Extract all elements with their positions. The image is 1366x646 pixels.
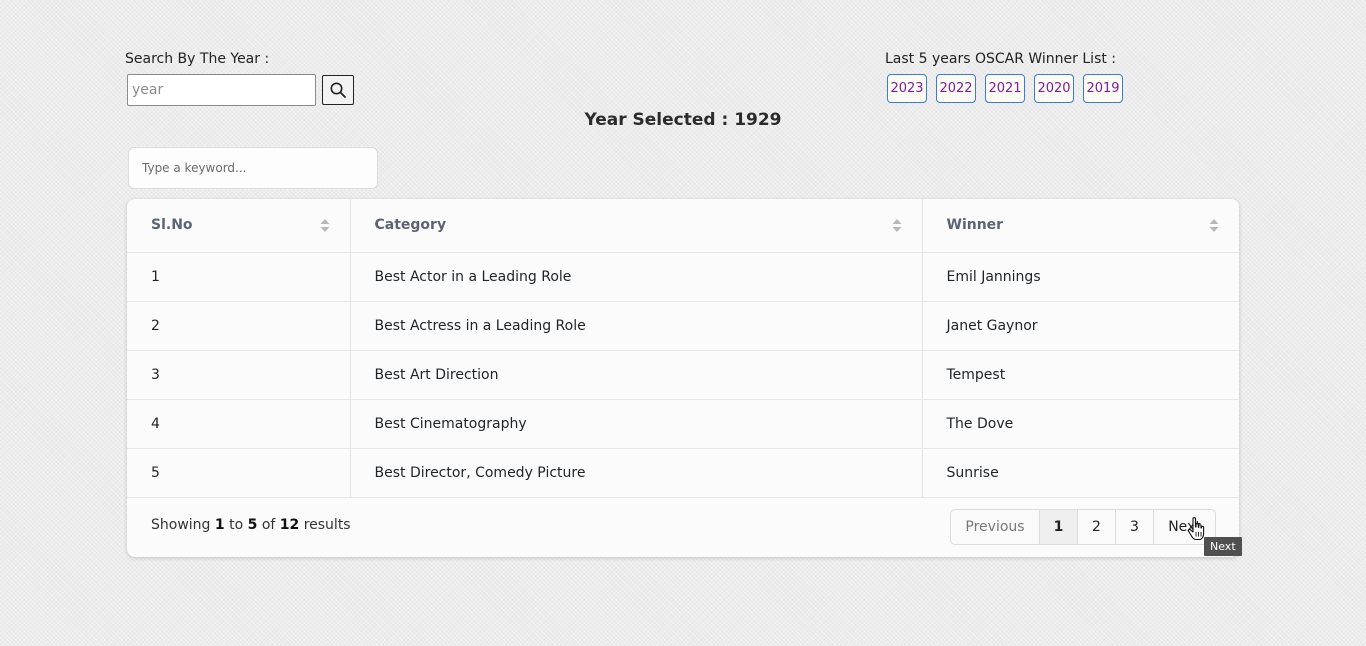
header-slno[interactable]: Sl.No [127, 199, 350, 253]
results-table-card: Sl.No Category Winner 1 Best Actor in a … [127, 199, 1239, 557]
page-button-3[interactable]: 3 [1115, 510, 1153, 544]
year-button-2021[interactable]: 2021 [985, 74, 1025, 103]
sort-icon [320, 219, 329, 232]
oscar-list-label: Last 5 years OSCAR Winner List : [885, 51, 1117, 67]
search-button[interactable] [322, 75, 354, 105]
table-row: 3 Best Art Direction Tempest [127, 350, 1239, 400]
header-category[interactable]: Category [349, 199, 922, 253]
header-label: Category [374, 217, 447, 234]
pagination: Previous 1 2 3 Next [950, 509, 1216, 545]
year-button-2020[interactable]: 2020 [1034, 74, 1074, 103]
cell-slno: 2 [127, 301, 350, 351]
cell-winner: Emil Jannings [921, 252, 1239, 302]
year-button-2019[interactable]: 2019 [1083, 74, 1123, 103]
sort-icon [892, 219, 901, 232]
previous-page-button[interactable]: Previous [951, 510, 1039, 544]
table-row: 4 Best Cinematography The Dove [127, 399, 1239, 449]
cell-winner: The Dove [921, 399, 1239, 449]
year-button-group: 2023 2022 2021 2020 2019 [887, 74, 1123, 103]
summary-prefix: Showing [151, 517, 211, 533]
search-icon [330, 82, 346, 98]
results-table: Sl.No Category Winner 1 Best Actor in a … [127, 199, 1239, 498]
year-search-input[interactable] [127, 74, 316, 106]
year-button-2022[interactable]: 2022 [936, 74, 976, 103]
summary-of-word: of [261, 517, 276, 533]
cell-category: Best Cinematography [349, 399, 922, 449]
results-summary: Showing 1 to 5 of 12 results [151, 517, 351, 533]
year-button-2023[interactable]: 2023 [887, 74, 927, 103]
cell-slno: 3 [127, 350, 350, 400]
summary-from: 1 [214, 517, 225, 533]
cell-winner: Tempest [921, 350, 1239, 400]
table-row: 1 Best Actor in a Leading Role Emil Jann… [127, 252, 1239, 302]
summary-suffix: results [303, 517, 351, 533]
keyword-filter-input[interactable] [128, 147, 378, 189]
table-row: 2 Best Actress in a Leading Role Janet G… [127, 301, 1239, 351]
cell-slno: 1 [127, 252, 350, 302]
next-tooltip: Next [1204, 537, 1242, 556]
cell-winner: Janet Gaynor [921, 301, 1239, 351]
cell-category: Best Actor in a Leading Role [349, 252, 922, 302]
cell-slno: 5 [127, 448, 350, 498]
cell-winner: Sunrise [921, 448, 1239, 498]
header-label: Winner [946, 217, 1004, 234]
summary-total: 12 [279, 517, 300, 533]
cell-category: Best Director, Comedy Picture [349, 448, 922, 498]
summary-to: 5 [247, 517, 258, 533]
header-winner[interactable]: Winner [921, 199, 1239, 253]
table-header-row: Sl.No Category Winner [127, 199, 1239, 253]
page-button-1[interactable]: 1 [1039, 510, 1077, 544]
year-selected-heading: Year Selected : 1929 [584, 110, 782, 130]
cell-category: Best Actress in a Leading Role [349, 301, 922, 351]
search-label: Search By The Year : [125, 51, 270, 67]
summary-to-word: to [229, 517, 244, 533]
table-row: 5 Best Director, Comedy Picture Sunrise [127, 448, 1239, 498]
cell-category: Best Art Direction [349, 350, 922, 400]
cell-slno: 4 [127, 399, 350, 449]
page-button-2[interactable]: 2 [1077, 510, 1115, 544]
header-label: Sl.No [151, 217, 193, 234]
sort-icon [1209, 219, 1219, 232]
